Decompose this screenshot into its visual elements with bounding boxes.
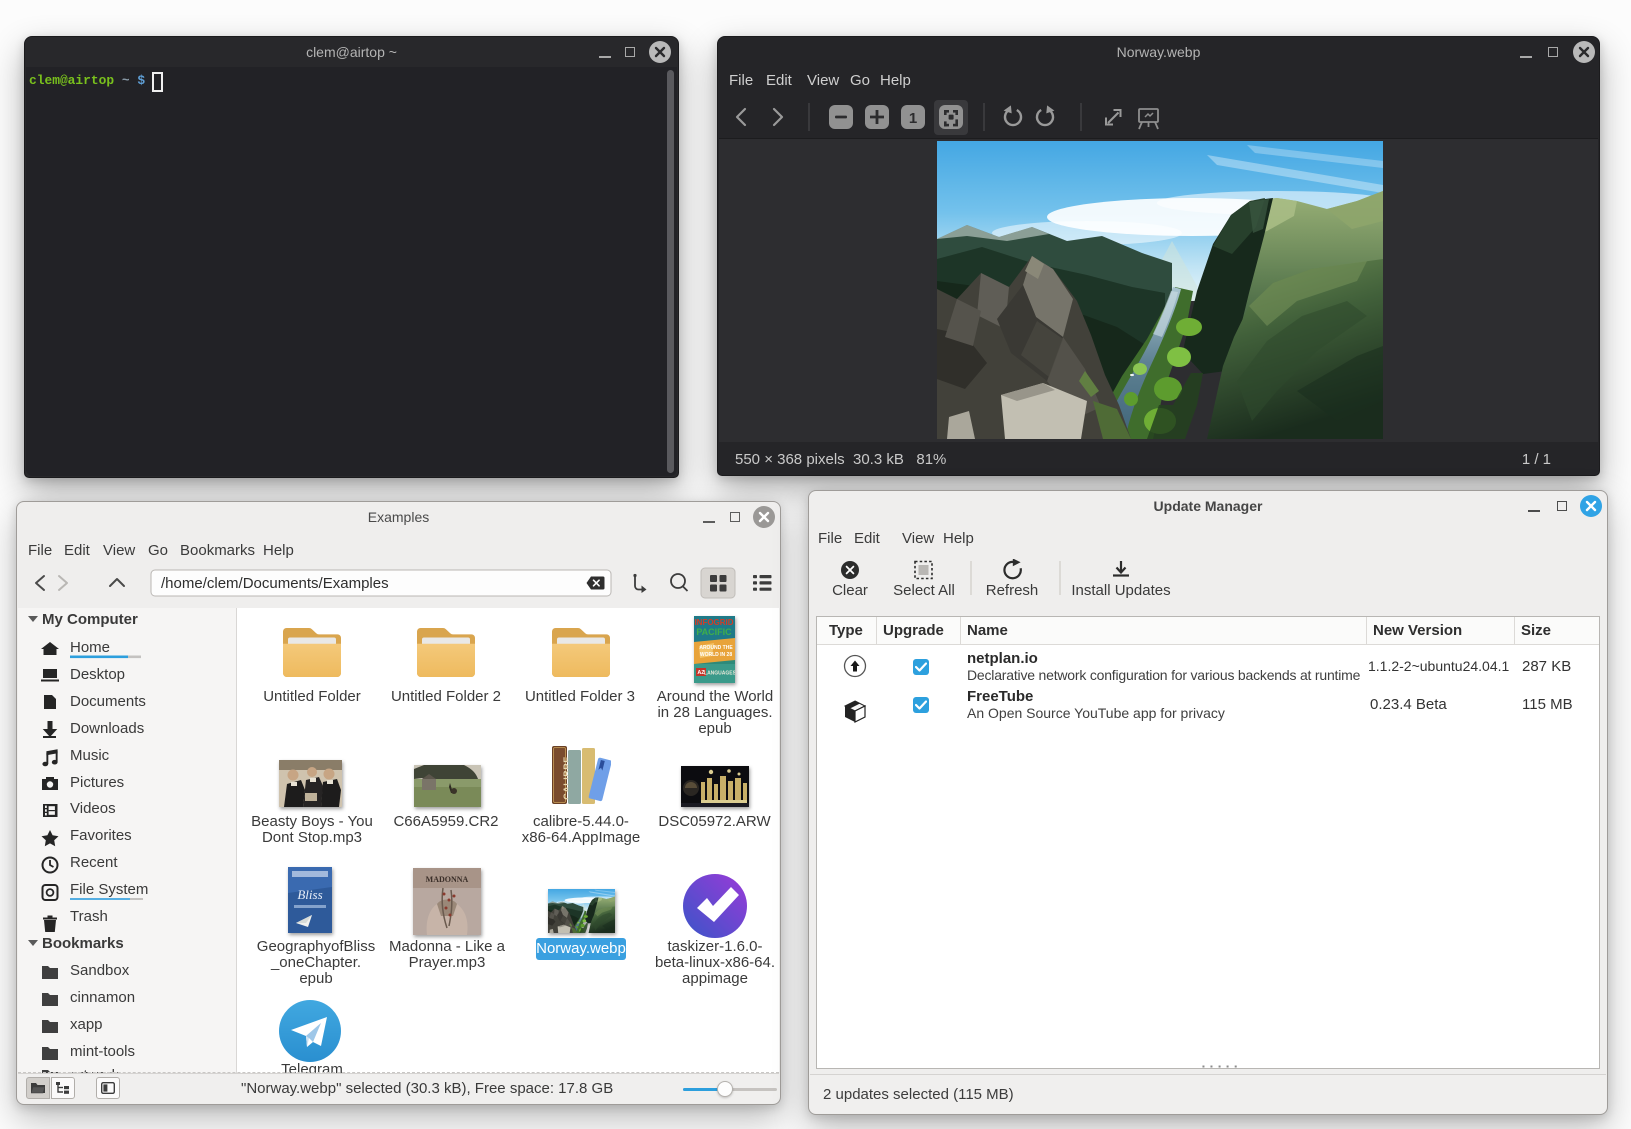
svg-text:Install Updates: Install Updates [1071, 582, 1170, 599]
svg-text:WORLD IN 28: WORLD IN 28 [700, 652, 732, 658]
svg-text:Select All: Select All [893, 582, 955, 599]
svg-text:INFOGRID: INFOGRID [694, 618, 733, 627]
svg-text:PACIFIC: PACIFIC [696, 627, 732, 637]
svg-text:MADONNA: MADONNA [426, 875, 469, 884]
svg-text:Clear: Clear [832, 582, 868, 599]
svg-text:Bliss: Bliss [297, 887, 322, 902]
svg-text:LANGUAGES: LANGUAGES [704, 671, 735, 677]
svg-text:1: 1 [909, 110, 917, 127]
svg-text:AROUND THE: AROUND THE [699, 645, 733, 651]
svg-text:Refresh: Refresh [986, 582, 1039, 599]
